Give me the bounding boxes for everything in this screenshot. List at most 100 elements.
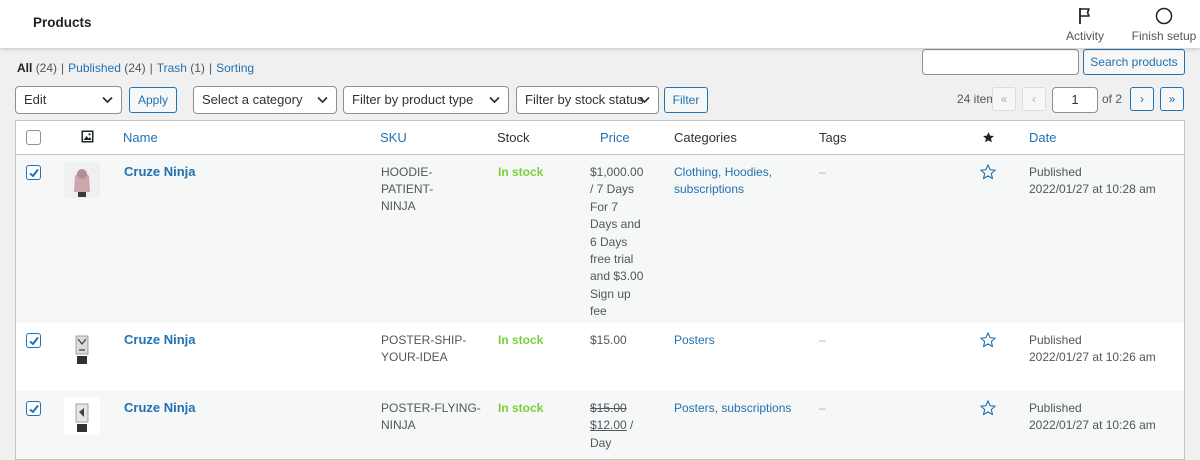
- product-sku: HOODIE-PATIENT- NINJA: [381, 164, 481, 215]
- price-line: and $3.00: [590, 269, 644, 284]
- column-price[interactable]: Price: [600, 130, 630, 145]
- product-type-select[interactable]: Filter by product type: [343, 86, 509, 114]
- search-products-button[interactable]: Search products: [1083, 49, 1185, 75]
- price-line: $1,000.00: [590, 165, 644, 179]
- products-table: Name SKU Stock Price Categories Tags Dat…: [15, 120, 1185, 460]
- sku-line: YOUR-IDEA: [381, 350, 448, 364]
- sku-line: NINJA: [381, 418, 416, 432]
- product-tags: –: [819, 165, 826, 179]
- filter-button[interactable]: Filter: [664, 87, 708, 113]
- bulk-action-select[interactable]: Edit: [15, 86, 122, 114]
- view-sorting[interactable]: Sorting: [216, 61, 254, 75]
- next-page-button[interactable]: ›: [1130, 87, 1154, 111]
- price-line: Days and: [590, 217, 641, 232]
- product-thumbnail[interactable]: [64, 162, 100, 198]
- price-line: free trial: [590, 252, 634, 267]
- product-sku: POSTER-FLYING- NINJA: [381, 400, 481, 434]
- view-separator: |: [61, 61, 65, 75]
- price-line: fee: [590, 304, 607, 319]
- category-link[interactable]: subscriptions: [674, 181, 804, 198]
- last-page-button[interactable]: »: [1160, 87, 1184, 111]
- stock-status: In stock: [498, 333, 544, 347]
- product-categories: Posters, subscriptions: [674, 400, 804, 417]
- search-input[interactable]: [922, 49, 1079, 75]
- column-tags: Tags: [819, 130, 847, 145]
- product-thumbnail[interactable]: [64, 330, 100, 366]
- publish-status: Published: [1029, 401, 1082, 415]
- featured-star-outline-icon[interactable]: [979, 331, 997, 352]
- product-categories: Posters: [674, 332, 804, 349]
- row-checkbox[interactable]: [26, 333, 41, 348]
- category-select[interactable]: Select a category: [193, 86, 337, 114]
- price-line: $15.00: [590, 333, 627, 347]
- sku-line: HOODIE-PATIENT-: [381, 165, 434, 196]
- column-sku[interactable]: SKU: [380, 130, 407, 145]
- finish-setup-button[interactable]: Finish setup: [1128, 6, 1200, 43]
- publish-date: 2022/01/27 at 10:26 am: [1029, 418, 1156, 432]
- table-row: Cruze Ninja POSTER-FLYING- NINJA In stoc…: [16, 391, 1184, 459]
- category-link[interactable]: Posters: [674, 332, 804, 349]
- publish-date: 2022/01/27 at 10:28 am: [1029, 182, 1156, 196]
- view-published[interactable]: Published: [68, 61, 121, 75]
- stock-status-value: Filter by stock status: [525, 92, 644, 107]
- publish-status: Published: [1029, 165, 1082, 179]
- category-link[interactable]: Clothing, Hoodies,: [674, 164, 804, 181]
- column-date[interactable]: Date: [1029, 130, 1056, 145]
- price-line: 6 Days: [590, 234, 628, 249]
- current-page-input[interactable]: 1: [1052, 87, 1098, 113]
- table-row: Cruze Ninja POSTER-SHIP- YOUR-IDEA In st…: [16, 323, 1184, 391]
- featured-star-outline-icon[interactable]: [979, 163, 997, 184]
- stock-status-select[interactable]: Filter by stock status: [516, 86, 659, 114]
- product-date: Published 2022/01/27 at 10:26 am: [1029, 332, 1156, 366]
- product-name-link[interactable]: Cruze Ninja: [124, 163, 196, 180]
- view-trash-count: (1): [190, 61, 205, 75]
- first-page-button: «: [992, 87, 1016, 111]
- product-tags: –: [819, 333, 826, 347]
- chevron-down-icon: [317, 96, 328, 104]
- product-categories: Clothing, Hoodies, subscriptions: [674, 164, 804, 198]
- view-separator: |: [149, 61, 153, 75]
- select-all-checkbox[interactable]: [26, 130, 41, 145]
- row-checkbox[interactable]: [26, 165, 41, 180]
- table-header: Name SKU Stock Price Categories Tags Dat…: [16, 121, 1184, 155]
- view-all-count: (24): [35, 61, 58, 75]
- product-date: Published 2022/01/27 at 10:28 am: [1029, 164, 1156, 198]
- table-row: Cruze Ninja HOODIE-PATIENT- NINJA In sto…: [16, 155, 1184, 323]
- price-line: Sign up: [590, 286, 631, 301]
- column-categories: Categories: [674, 130, 737, 145]
- product-date: Published 2022/01/27 at 10:26 am: [1029, 400, 1156, 434]
- activity-label: Activity: [1065, 29, 1104, 43]
- chevron-down-icon: [102, 96, 113, 104]
- regular-price: $15.00: [590, 401, 627, 415]
- activity-button[interactable]: Activity: [1053, 6, 1117, 43]
- bulk-action-value: Edit: [24, 92, 47, 107]
- checkmark-icon: [29, 336, 39, 346]
- product-price: $15.00: [590, 332, 662, 349]
- product-price: $1,000.00 / 7 Days For 7 Days and 6 Days…: [590, 164, 662, 321]
- column-name[interactable]: Name: [123, 130, 158, 145]
- checkmark-icon: [29, 404, 39, 414]
- category-link[interactable]: Posters, subscriptions: [674, 400, 804, 417]
- product-name-link[interactable]: Cruze Ninja: [124, 399, 196, 416]
- product-thumbnail[interactable]: [64, 398, 100, 434]
- price-suffix: /: [626, 418, 634, 433]
- price-line: For 7: [590, 199, 619, 214]
- row-checkbox[interactable]: [26, 401, 41, 416]
- product-sku: POSTER-SHIP- YOUR-IDEA: [381, 332, 481, 366]
- stock-status: In stock: [498, 401, 544, 415]
- flag-icon: [1053, 6, 1117, 26]
- stock-status: In stock: [498, 165, 544, 179]
- publish-date: 2022/01/27 at 10:26 am: [1029, 350, 1156, 364]
- view-all[interactable]: All: [17, 61, 32, 75]
- featured-star-icon[interactable]: [982, 131, 995, 147]
- featured-star-outline-icon[interactable]: [979, 399, 997, 420]
- apply-button[interactable]: Apply: [129, 87, 177, 113]
- publish-status: Published: [1029, 333, 1082, 347]
- view-trash[interactable]: Trash: [157, 61, 187, 75]
- product-type-value: Filter by product type: [352, 92, 474, 107]
- sku-line: NINJA: [381, 199, 416, 213]
- product-name-link[interactable]: Cruze Ninja: [124, 331, 196, 348]
- view-separator: |: [208, 61, 213, 75]
- sku-line: POSTER-FLYING-: [381, 401, 481, 415]
- chevron-down-icon: [489, 96, 500, 104]
